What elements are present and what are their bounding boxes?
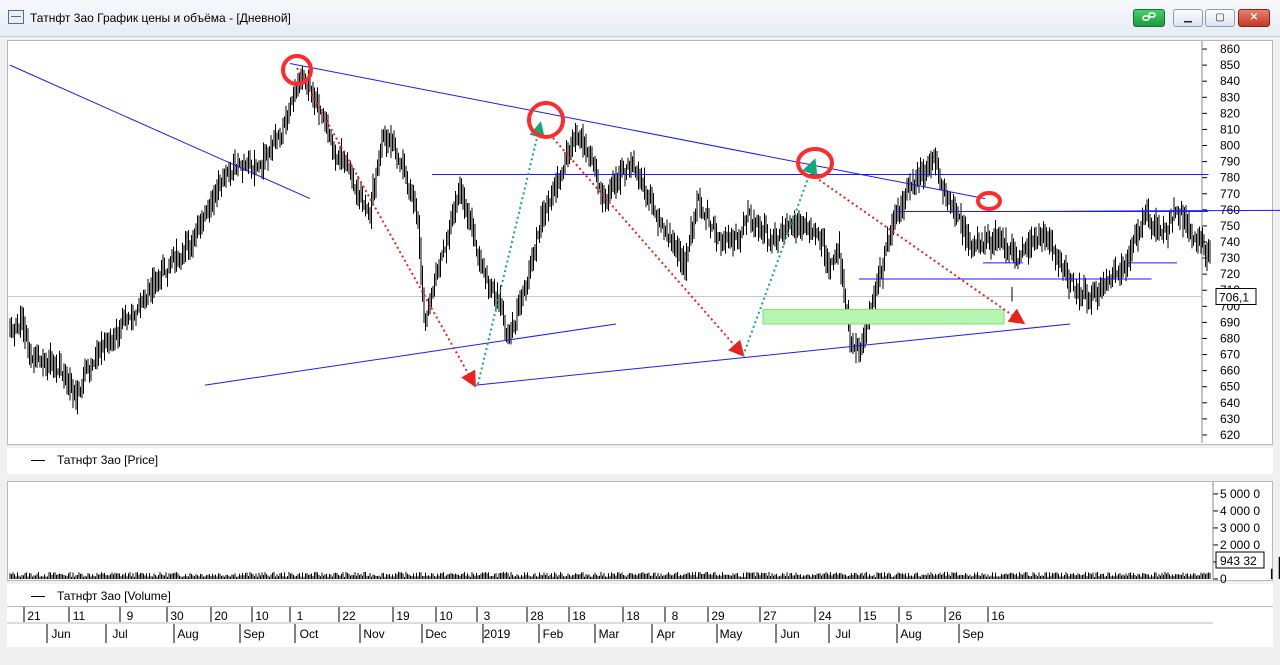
price-axis-label: 660 [1220, 364, 1240, 378]
day-label: 20 [214, 609, 228, 623]
month-label: Apr [657, 627, 676, 641]
price-axis-label: 770 [1220, 187, 1240, 201]
month-label: Feb [543, 627, 564, 641]
volume-axis-label: 3 000 0 [1220, 521, 1260, 535]
price-axis-label: 720 [1220, 267, 1240, 281]
price-axis-label: 630 [1220, 412, 1240, 426]
price-axis-label: 810 [1220, 122, 1240, 136]
day-label: 28 [530, 609, 544, 623]
day-label: 5 [906, 609, 913, 623]
day-label: 15 [863, 609, 877, 623]
month-label: Jun [780, 627, 799, 641]
month-label: Oct [300, 627, 319, 641]
volume-axis-label: 2 000 0 [1220, 538, 1260, 552]
day-label: 10 [439, 609, 453, 623]
volume-axis-label: 5 000 0 [1220, 487, 1260, 501]
price-axis-label: 670 [1220, 348, 1240, 362]
price-axis-label: 690 [1220, 315, 1240, 329]
day-label: 3 [484, 609, 491, 623]
up-arrow [477, 121, 545, 385]
price-axis-label: 790 [1220, 155, 1240, 169]
trendline [204, 323, 617, 386]
day-label: 30 [170, 609, 184, 623]
month-label: Dec [425, 627, 446, 641]
month-label: Nov [363, 627, 384, 641]
price-axis-label: 780 [1220, 171, 1240, 185]
price-axis-label: 750 [1220, 219, 1240, 233]
target-zone [762, 309, 1005, 325]
day-label: 27 [763, 609, 777, 623]
up-arrow [742, 158, 818, 357]
price-axis-label: 800 [1220, 139, 1240, 153]
price-axis-label: 830 [1220, 90, 1240, 104]
down-arrow [552, 137, 745, 358]
month-label: Aug [900, 627, 921, 641]
peak-circle [976, 191, 1002, 211]
month-label: Jul [835, 627, 850, 641]
price-axis-label: 850 [1220, 58, 1240, 72]
peak-circle [527, 101, 565, 139]
day-label: 8 [672, 609, 679, 623]
month-label: May [720, 627, 743, 641]
last-price-label: 706,1 [1219, 291, 1249, 305]
price-axis-label: 760 [1220, 203, 1240, 217]
volume-axis-label: 0 [1220, 572, 1227, 586]
price-axis-label: 740 [1220, 235, 1240, 249]
price-axis-label: 860 [1220, 42, 1240, 56]
volume-axis-label: 4 000 0 [1220, 504, 1260, 518]
month-label: 2019 [484, 627, 511, 641]
price-axis-label: 730 [1220, 251, 1240, 265]
support-trendline [475, 323, 1071, 386]
price-axis-label: 680 [1220, 331, 1240, 345]
chart-window: Татнфт 3ао График цены и объёма - [Дневн… [0, 0, 1280, 665]
volume-last-label: 943 32 [1220, 554, 1257, 568]
day-label: 29 [711, 609, 725, 623]
price-axis-label: 840 [1220, 74, 1240, 88]
day-label: 18 [572, 609, 586, 623]
month-label: Mar [599, 627, 620, 641]
chart-canvas: 8608508408308208108007907807707607507407… [7, 41, 1280, 643]
day-label: 19 [396, 609, 410, 623]
price-axis-label: 650 [1220, 380, 1240, 394]
day-label: 10 [255, 609, 269, 623]
month-label: Jun [51, 627, 70, 641]
day-label: 11 [73, 609, 86, 623]
day-label: 18 [626, 609, 640, 623]
day-label: 1 [297, 609, 304, 623]
month-label: Sep [962, 627, 984, 641]
day-label: 21 [27, 609, 41, 623]
day-label: 16 [991, 609, 1005, 623]
price-axis-label: 620 [1220, 428, 1240, 442]
day-label: 9 [127, 609, 134, 623]
month-label: Jul [112, 627, 127, 641]
price-axis-label: 640 [1220, 396, 1240, 410]
price-axis-label: 820 [1220, 106, 1240, 120]
month-label: Sep [243, 627, 265, 641]
trendline [9, 64, 311, 200]
day-label: 24 [818, 609, 832, 623]
day-label: 22 [342, 609, 356, 623]
day-label: 26 [948, 609, 962, 623]
month-label: Aug [177, 627, 198, 641]
